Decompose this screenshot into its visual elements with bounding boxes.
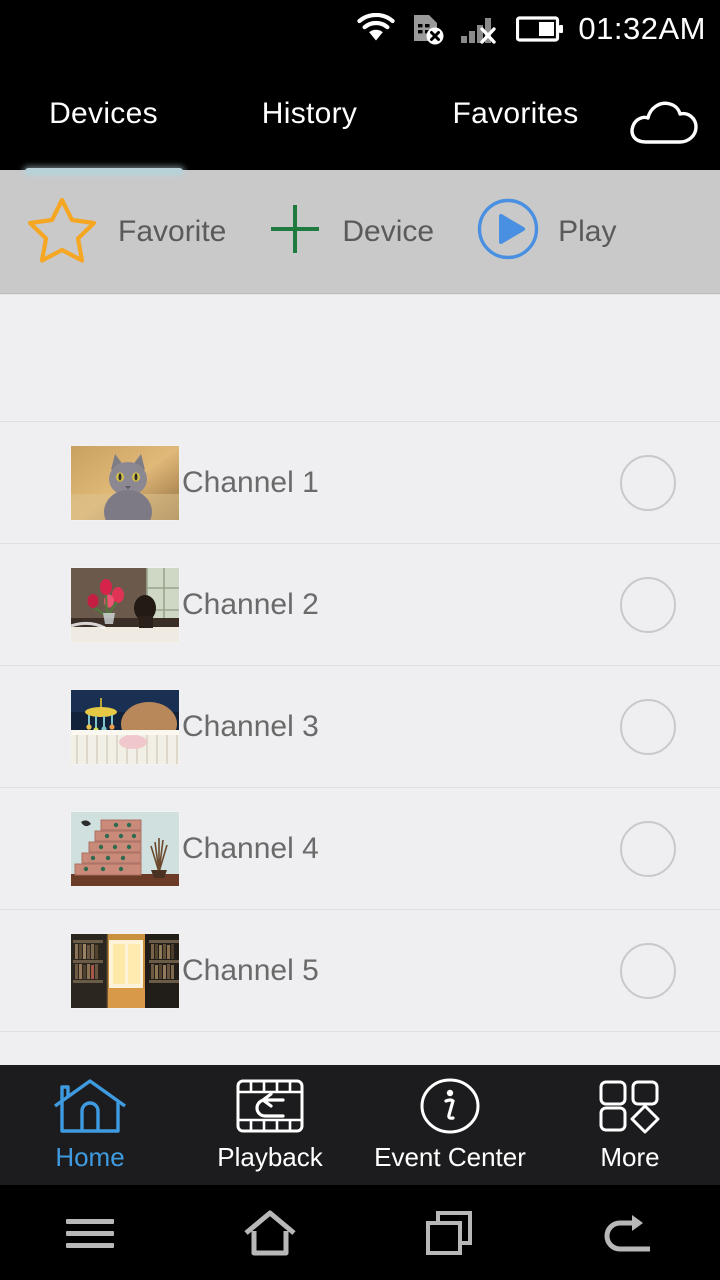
- bottom-nav-event-center[interactable]: Event Center: [360, 1065, 540, 1185]
- channel-row[interactable]: Channel 3: [0, 666, 720, 788]
- recents-icon: [426, 1210, 472, 1255]
- home-outline-icon: [244, 1210, 296, 1255]
- app-root: 01:32AM Devices History Favorites Favori…: [0, 0, 720, 1280]
- menu-icon: [66, 1218, 114, 1248]
- grid-shapes-icon: [597, 1078, 663, 1134]
- channel-row[interactable]: Channel 5: [0, 910, 720, 1032]
- info-circle-icon: [419, 1078, 481, 1134]
- bottom-nav-playback[interactable]: Playback: [180, 1065, 360, 1185]
- bottom-nav-label: Home: [55, 1141, 125, 1172]
- channel-label: Channel 3: [182, 709, 319, 743]
- channel-checkbox[interactable]: [620, 820, 676, 877]
- top-tab-bar: Devices History Favorites: [0, 58, 720, 170]
- channel-thumbnail[interactable]: [70, 932, 180, 1009]
- film-reverse-icon: [235, 1078, 305, 1134]
- back-icon: [604, 1214, 650, 1251]
- channel-label: Channel 1: [182, 465, 319, 499]
- system-navigation-bar: [0, 1185, 720, 1280]
- cloud-icon[interactable]: [624, 94, 704, 146]
- channel-label: Channel 5: [182, 953, 319, 987]
- tab-history[interactable]: History: [207, 97, 412, 131]
- status-bar: 01:32AM: [0, 0, 720, 58]
- play-circle-icon: [476, 197, 540, 266]
- bottom-nav-label: More: [600, 1141, 660, 1172]
- channel-checkbox[interactable]: [620, 698, 676, 755]
- bottom-navigation: Home Playback Event Center More: [0, 1065, 720, 1185]
- bottom-nav-label: Playback: [217, 1141, 323, 1172]
- tab-devices[interactable]: Devices: [0, 97, 207, 131]
- channel-thumbnail[interactable]: [70, 444, 180, 521]
- wifi-icon: [356, 13, 396, 45]
- system-recents-button[interactable]: [360, 1209, 540, 1257]
- bottom-nav-home[interactable]: Home: [0, 1065, 180, 1185]
- signal-no-service-icon: [460, 13, 502, 45]
- channel-row[interactable]: Channel 4: [0, 788, 720, 910]
- channel-label: Channel 2: [182, 587, 319, 621]
- device-row[interactable]: Device 01 10.12.4.137: [0, 294, 720, 725]
- channel-checkbox[interactable]: [620, 942, 676, 999]
- status-bar-clock: 01:32AM: [578, 11, 706, 46]
- tab-favorites[interactable]: Favorites: [412, 97, 619, 131]
- battery-icon: [516, 14, 564, 44]
- channel-checkbox[interactable]: [620, 454, 676, 511]
- action-bar: Favorite Device Play: [0, 170, 720, 294]
- channel-list: Channel 1 Channel 2 Channel 3 Channel 4 …: [0, 422, 720, 1032]
- favorite-label: Favorite: [118, 214, 227, 248]
- active-tab-indicator: [25, 168, 183, 175]
- play-label: Play: [558, 214, 617, 248]
- channel-row[interactable]: Channel 1: [0, 422, 720, 544]
- system-menu-button[interactable]: [0, 1213, 180, 1253]
- bottom-nav-more[interactable]: More: [540, 1065, 720, 1185]
- channel-thumbnail[interactable]: [70, 688, 180, 765]
- system-back-button[interactable]: [540, 1209, 720, 1257]
- system-home-button[interactable]: [180, 1209, 360, 1257]
- channel-label: Channel 4: [182, 831, 319, 865]
- channel-checkbox[interactable]: [620, 576, 676, 633]
- star-outline-icon: [24, 193, 100, 270]
- home-icon: [49, 1078, 131, 1134]
- plus-icon: [266, 200, 324, 263]
- device-label: Device: [342, 214, 435, 248]
- favorite-button[interactable]: Favorite: [0, 170, 226, 293]
- add-device-button[interactable]: Device: [226, 170, 434, 293]
- channel-thumbnail[interactable]: [70, 566, 180, 643]
- bottom-nav-label: Event Center: [374, 1141, 526, 1172]
- channel-row[interactable]: Channel 2: [0, 544, 720, 666]
- play-button[interactable]: Play: [434, 170, 616, 293]
- channel-thumbnail[interactable]: [70, 810, 180, 887]
- sim-card-error-icon: [410, 12, 446, 46]
